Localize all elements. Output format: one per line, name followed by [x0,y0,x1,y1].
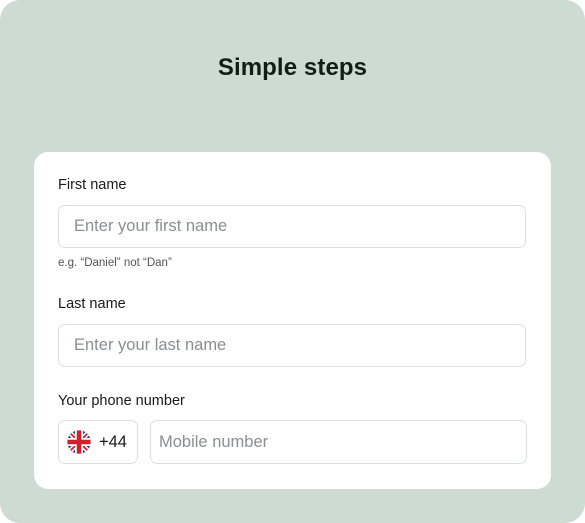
first-name-hint: e.g. “Daniel” not “Dan” [58,257,172,269]
phone-label: Your phone number [58,393,185,409]
background-panel: Simple steps First name e.g. “Daniel” no… [0,0,585,523]
country-code: +44 [99,432,127,451]
page-title: Simple steps [217,54,368,81]
uk-flag-icon [66,429,92,455]
mobile-number-input[interactable] [150,420,527,464]
first-name-label: First name [58,177,127,193]
last-name-label: Last name [58,296,126,312]
last-name-input[interactable] [58,324,526,367]
first-name-input[interactable] [58,205,526,248]
country-code-selector[interactable]: +44 [58,420,138,464]
form-card: First name e.g. “Daniel” not “Dan” Last … [34,152,551,489]
